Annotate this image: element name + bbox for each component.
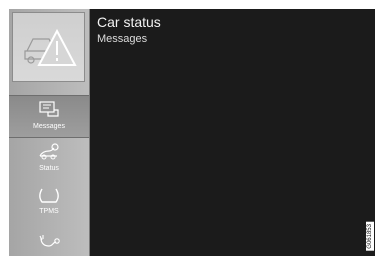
sidebar-item-label: TPMS (39, 208, 59, 215)
image-code-label: G061853 (366, 222, 374, 251)
sidebar-item-label: Status (39, 165, 59, 172)
sidebar-item-tpms[interactable]: TPMS (9, 181, 89, 224)
service-icon (39, 235, 60, 247)
tpms-icon (39, 188, 59, 203)
car-warning-icon (24, 28, 77, 66)
sidebar-item-label: Messages (33, 123, 65, 130)
sidebar-item-service[interactable] (9, 224, 89, 256)
sidebar-item-status[interactable]: Status (9, 138, 89, 181)
car-warning-tile[interactable] (12, 12, 85, 82)
sidebar: Messages Status TPMS (9, 9, 90, 256)
page-subtitle: Messages (97, 33, 148, 45)
car-status-icon (39, 143, 59, 160)
page-title: Car status (97, 14, 161, 30)
main-content: Car status Messages G061853 (90, 9, 375, 256)
messages-icon (39, 101, 59, 117)
car-status-screen: Messages Status TPMS Car status Messages… (9, 9, 375, 256)
sidebar-item-messages[interactable]: Messages (9, 95, 89, 138)
